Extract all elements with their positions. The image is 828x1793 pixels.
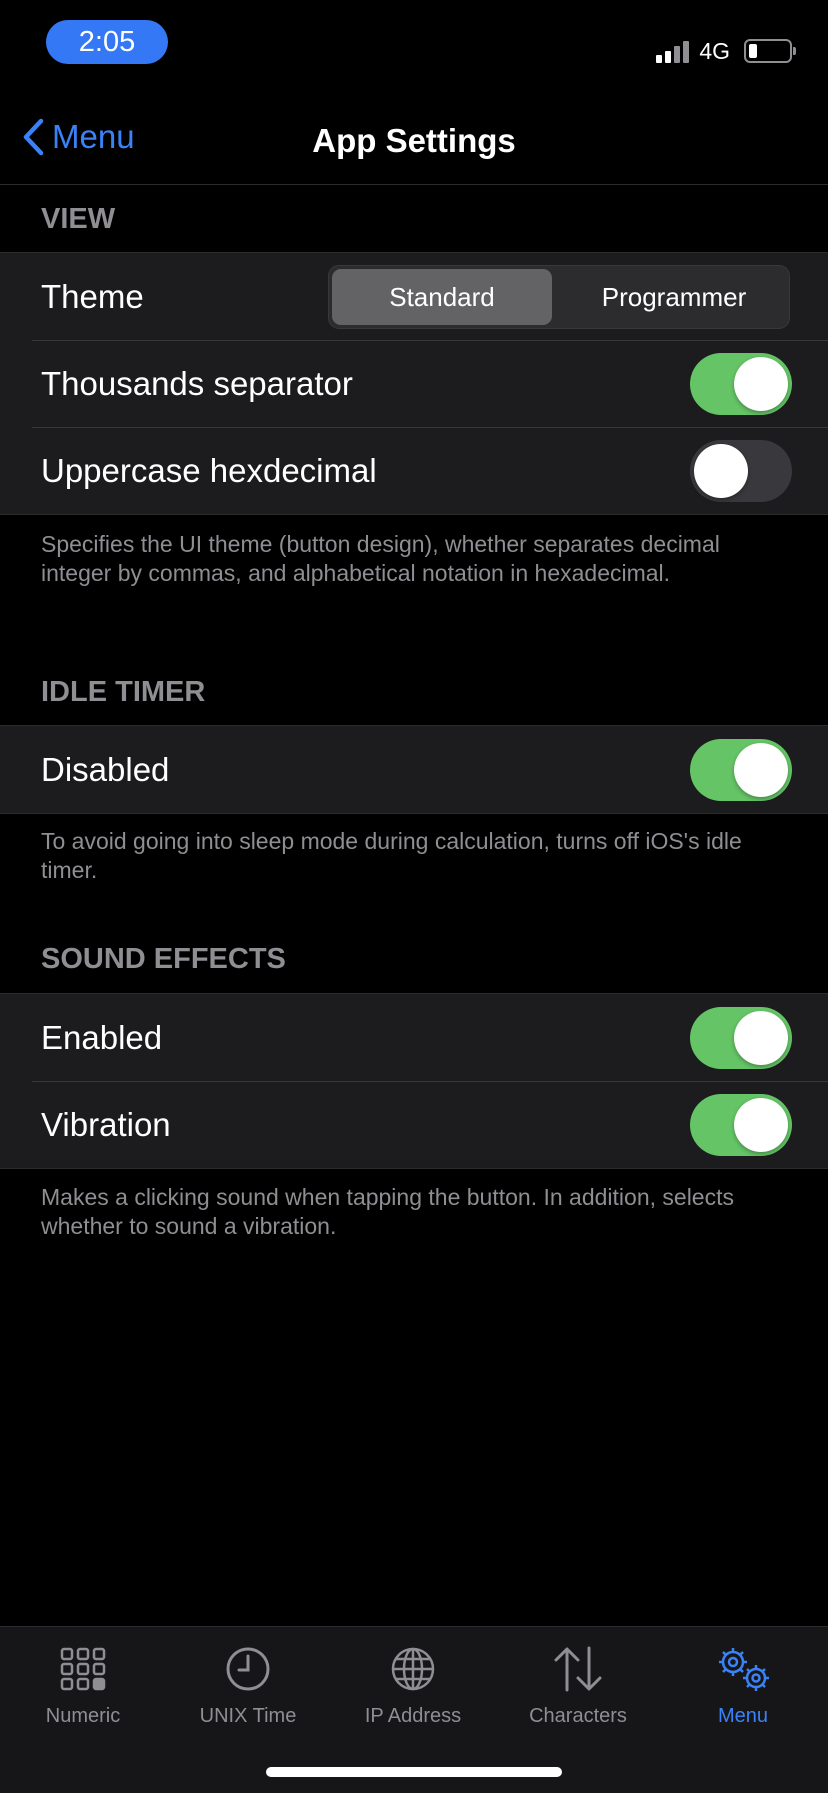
section-header-sound-effects: SOUND EFFECTS (41, 943, 286, 975)
view-footer-text: Specifies the UI theme (button design), … (41, 531, 720, 586)
tab-menu[interactable]: Menu (660, 1643, 826, 1728)
battery-icon (744, 39, 796, 63)
vibration-row: Vibration (0, 1081, 828, 1168)
theme-option-programmer[interactable]: Programmer (564, 269, 784, 325)
sound-enabled-label: Enabled (41, 1019, 163, 1056)
signal-icon (656, 39, 690, 63)
tab-menu-label: Menu (717, 1705, 769, 1727)
idle-footer-text: To avoid going into sleep mode during ca… (41, 828, 742, 883)
tab-unix-time-label: UNIX Time (199, 1705, 297, 1727)
thousands-separator-row: Thousands separator (0, 340, 828, 427)
tab-numeric[interactable]: Numeric (0, 1643, 166, 1728)
theme-segmented-control: Standard Programmer (328, 265, 790, 329)
vibration-label: Vibration (41, 1106, 171, 1143)
page-title: App Settings (312, 122, 516, 159)
arrows-icon (495, 1643, 661, 1695)
sound-enabled-toggle[interactable] (690, 1007, 792, 1069)
vibration-toggle[interactable] (690, 1094, 792, 1156)
uppercase-hex-row: Uppercase hexdecimal (0, 427, 828, 514)
grid-icon (0, 1643, 166, 1695)
uppercase-hex-label: Uppercase hexdecimal (41, 452, 377, 489)
tab-characters[interactable]: Characters (495, 1643, 661, 1728)
idle-disabled-label: Disabled (41, 751, 170, 788)
tab-ip-address[interactable]: IP Address (330, 1643, 496, 1728)
theme-label: Theme (41, 278, 144, 315)
network-type: 4G (699, 37, 730, 64)
clock-icon (165, 1643, 331, 1695)
home-indicator (266, 1767, 562, 1777)
sound-effects-group: Enabled Vibration (0, 993, 828, 1169)
status-indicators: 4G (656, 36, 796, 66)
idle-timer-group: Disabled (0, 725, 828, 814)
sound-enabled-row: Enabled (0, 994, 828, 1081)
tab-characters-label: Characters (529, 1705, 627, 1727)
gears-icon (660, 1643, 826, 1695)
sound-footer-text: Makes a clicking sound when tapping the … (41, 1184, 734, 1239)
theme-option-standard[interactable]: Standard (332, 269, 552, 325)
theme-row: Theme Standard Programmer (0, 253, 828, 340)
tab-unix-time[interactable]: UNIX Time (165, 1643, 331, 1728)
thousands-separator-label: Thousands separator (41, 365, 353, 402)
navigation-bar: Menu App Settings (0, 100, 828, 185)
status-time: 2:05 (46, 20, 168, 64)
section-header-view: VIEW (41, 203, 116, 235)
globe-icon (330, 1643, 496, 1695)
view-settings-group: Theme Standard Programmer Thousands sepa… (0, 252, 828, 515)
thousands-separator-toggle[interactable] (690, 353, 792, 415)
tab-ip-address-label: IP Address (364, 1705, 462, 1727)
tab-numeric-label: Numeric (45, 1705, 121, 1727)
idle-disabled-row: Disabled (0, 726, 828, 813)
idle-disabled-toggle[interactable] (690, 739, 792, 801)
section-header-idle-timer: IDLE TIMER (41, 676, 206, 708)
uppercase-hex-toggle[interactable] (690, 440, 792, 502)
